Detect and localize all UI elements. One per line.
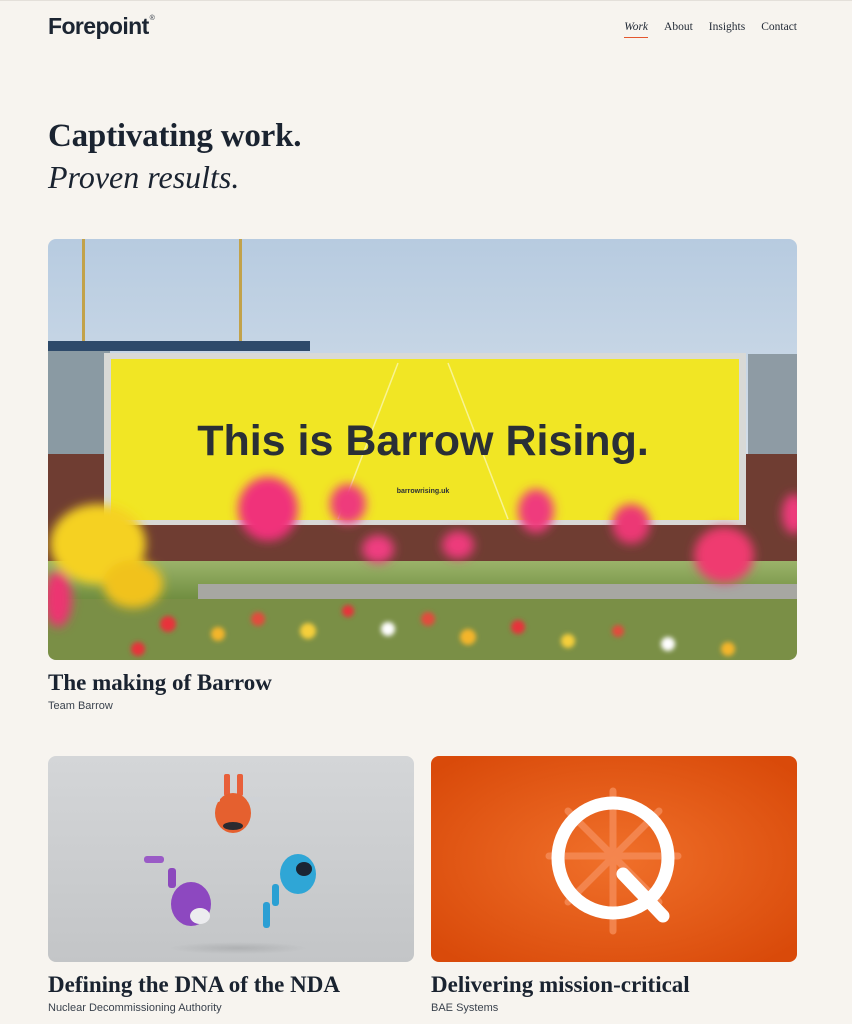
hero-title: Captivating work.: [48, 118, 302, 154]
nda-robots-image[interactable]: [48, 756, 414, 962]
featured-title[interactable]: The making of Barrow: [48, 669, 272, 697]
nav-link-about[interactable]: About: [664, 21, 693, 33]
bae-card-title[interactable]: Delivering mission-critical: [431, 971, 690, 999]
nav-link-work[interactable]: Work: [624, 21, 648, 38]
nav-link-contact[interactable]: Contact: [761, 21, 797, 33]
nda-card-client: Nuclear Decommissioning Authority: [48, 1002, 222, 1014]
main-nav: Work About Insights Contact: [624, 21, 797, 38]
billboard-headline: This is Barrow Rising.: [197, 417, 649, 465]
nav-link-insights[interactable]: Insights: [709, 21, 745, 33]
bae-card-client: BAE Systems: [431, 1002, 499, 1014]
nda-card-title[interactable]: Defining the DNA of the NDA: [48, 971, 340, 999]
forepoint-logo[interactable]: Forepoint®: [48, 13, 155, 40]
logo-text: Forepoint: [48, 13, 149, 39]
hero-heading: Captivating work. Proven results.: [48, 118, 301, 196]
hero-subtitle: Proven results.: [48, 159, 240, 195]
site-header: Forepoint® Work About Insights Contact: [0, 0, 852, 60]
barrow-billboard-image[interactable]: This is Barrow Rising. barrowrising.uk: [48, 239, 797, 660]
registered-mark: ®: [149, 15, 155, 22]
billboard-url: barrowrising.uk: [397, 488, 450, 495]
bae-logo-image[interactable]: [431, 756, 797, 962]
featured-client: Team Barrow: [48, 700, 113, 712]
